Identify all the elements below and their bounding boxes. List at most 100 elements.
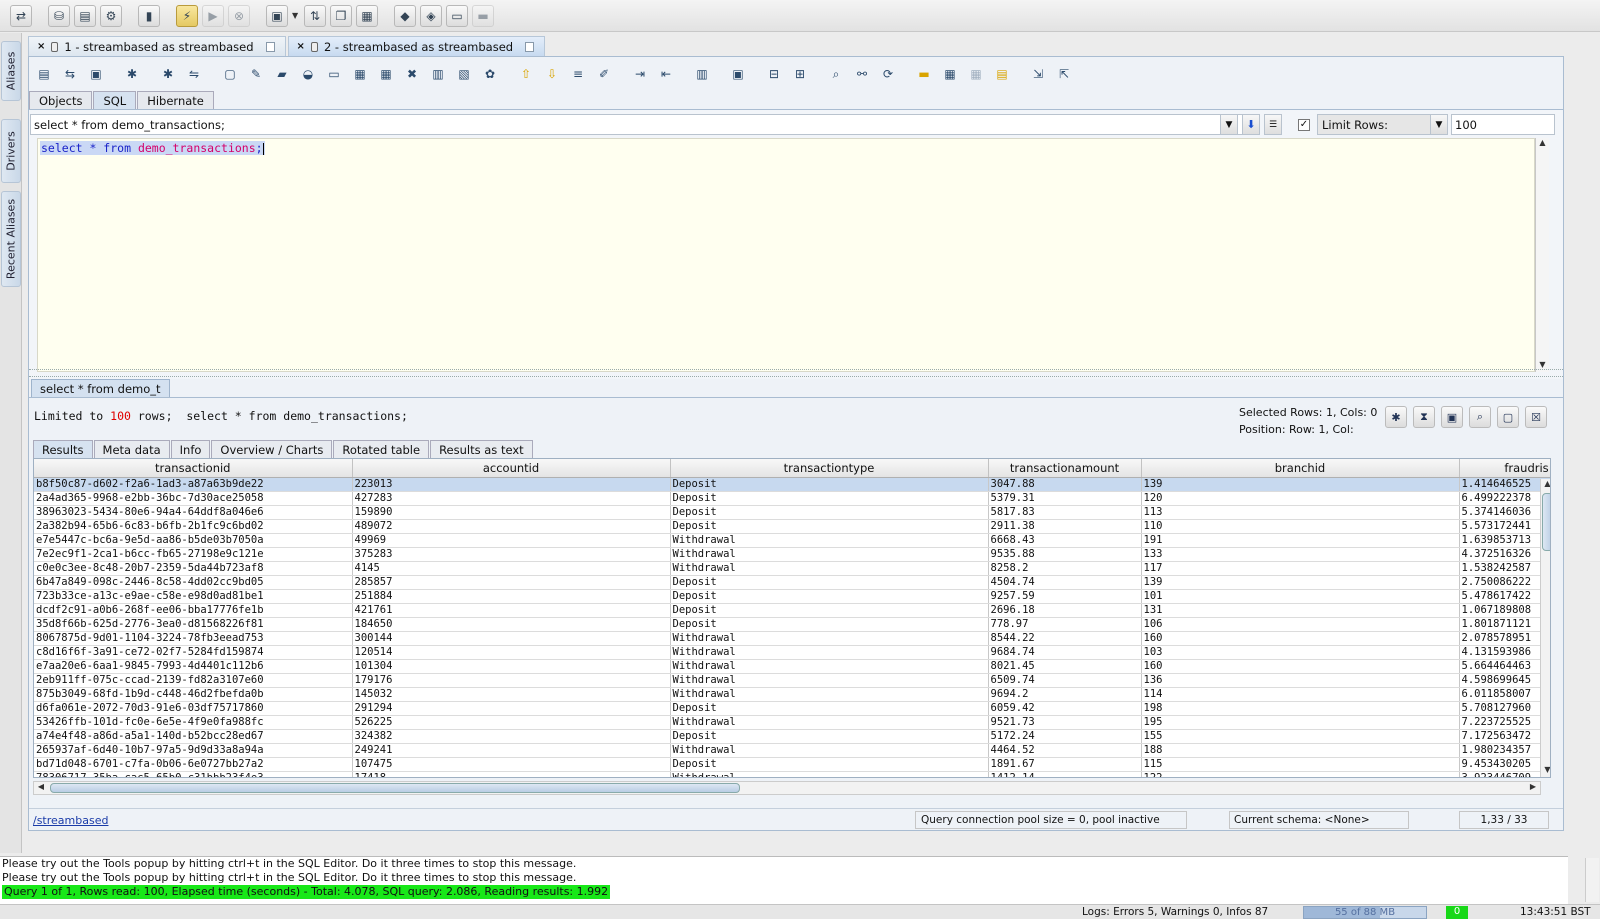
zoom-icon[interactable]: ⌕ [825, 63, 847, 85]
object-tree-icon[interactable]: ⚙ [100, 4, 122, 27]
indent-icon[interactable]: ⇥ [629, 63, 651, 85]
table-cell[interactable]: 131 [1141, 603, 1460, 618]
table-row[interactable]: d6fa061e-2072-70d3-91e6-03df75717860 2912… [34, 701, 1550, 716]
table-row[interactable]: e7aa20e6-6aa1-9845-7993-4d4401c112b6 1013… [34, 659, 1550, 674]
scroll-right-icon[interactable]: ▶ [1528, 782, 1538, 794]
open-icon[interactable]: ▰ [271, 63, 293, 85]
chevron-down-icon[interactable]: ▼ [292, 11, 300, 20]
table-cell[interactable]: Deposit [670, 603, 989, 618]
detach-icon[interactable]: ▢ [1497, 406, 1519, 428]
new-file-icon[interactable]: ▣ [266, 4, 288, 27]
table-cell[interactable]: 223013 [352, 477, 671, 492]
table-cell[interactable]: 113 [1141, 505, 1460, 520]
session-tab-2[interactable]: × 2 - streambased as streambased [287, 36, 546, 56]
table-row[interactable]: 723b33ce-a13c-e9ae-c58e-e98d0ad81be1 2518… [34, 589, 1550, 604]
rerun-icon[interactable]: ✱ [1385, 406, 1407, 428]
column-header[interactable]: branchid [1141, 459, 1460, 478]
table-cell[interactable]: 875b3049-68fd-1b9d-c448-46d2fbefda0b [34, 687, 353, 702]
comment-icon[interactable]: ▬ [472, 4, 494, 27]
arrow-down-icon[interactable]: ⬇ [1242, 114, 1260, 135]
table-cell[interactable]: 1.980234357 [1459, 743, 1550, 758]
table-cell[interactable]: Withdrawal [670, 533, 989, 548]
current-schema[interactable]: Current schema: <None> [1229, 811, 1409, 829]
scroll-thumb[interactable] [50, 783, 740, 793]
table-cell[interactable]: 5379.31 [988, 491, 1142, 506]
save-as-icon[interactable]: ▦ [375, 63, 397, 85]
table-cell[interactable]: 35d8f66b-625d-2776-3ea0-d81568226f81 [34, 617, 353, 632]
table-cell[interactable]: Withdrawal [670, 631, 989, 646]
editor-scrollbar[interactable]: ▲ ▼ [1535, 138, 1549, 372]
table-cell[interactable]: dcdf2c91-a0b6-268f-ee06-bba17776fe1b [34, 603, 353, 618]
table-row[interactable]: 7e2ec9f1-2ca1-b6cc-fb65-27198e9c121e 3752… [34, 547, 1550, 562]
table-cell[interactable]: Withdrawal [670, 715, 989, 730]
table-cell[interactable]: 5.664464463 [1459, 659, 1550, 674]
table-cell[interactable]: 2.750086222 [1459, 575, 1550, 590]
table-cell[interactable]: 8544.22 [988, 631, 1142, 646]
table-cell[interactable]: Withdrawal [670, 687, 989, 702]
inspect-icon[interactable]: ▣ [85, 63, 107, 85]
table-cell[interactable]: 4.372516326 [1459, 547, 1550, 562]
format-icon[interactable]: ⇋ [183, 63, 205, 85]
table-cell[interactable]: 291294 [352, 701, 671, 716]
tab-overview-charts[interactable]: Overview / Charts [211, 440, 333, 458]
tab-objects[interactable]: Objects [29, 91, 93, 109]
table-row[interactable]: 6b47a849-098c-2446-8c58-4dd02cc9bd05 2858… [34, 575, 1550, 590]
import-icon[interactable]: ⇱ [1053, 63, 1075, 85]
close-results-icon[interactable]: ☒ [1525, 406, 1547, 428]
table-cell[interactable]: c0e0c3ee-8c48-20b7-2359-5da44b723af8 [34, 561, 353, 576]
convert-icon[interactable]: ⊞ [789, 63, 811, 85]
table-cell[interactable]: 4464.52 [988, 743, 1142, 758]
recent-aliases-side-tab[interactable]: Recent Aliases [1, 191, 21, 287]
table-cell[interactable]: 300144 [352, 631, 671, 646]
table-cell[interactable]: Withdrawal [670, 645, 989, 660]
table-disabled-icon[interactable]: ▦ [965, 63, 987, 85]
image-icon[interactable]: ▧ [453, 63, 475, 85]
reconnect-icon[interactable]: ⇆ [59, 63, 81, 85]
table-cell[interactable]: 8067875d-9d01-1104-3224-78fb3eead753 [34, 631, 353, 646]
drivers-side-tab[interactable]: Drivers [1, 119, 21, 183]
bookmark-icon[interactable]: ▮ [138, 4, 160, 27]
tree-icon[interactable]: ⇅ [304, 4, 326, 27]
table-cell[interactable]: 9.453430205 [1459, 757, 1550, 772]
table-cell[interactable]: Deposit [670, 575, 989, 590]
table-cell[interactable]: 5172.24 [988, 729, 1142, 744]
table-cell[interactable]: 7.172563472 [1459, 729, 1550, 744]
table-row[interactable]: 265937af-6d40-10b7-97a5-9d9d33a8a94a 2492… [34, 743, 1550, 758]
table-cell[interactable]: 489072 [352, 519, 671, 534]
save-icon[interactable]: ▦ [356, 4, 378, 27]
table-cell[interactable]: 4504.74 [988, 575, 1142, 590]
table-row[interactable]: 53426ffb-101d-fc0e-6e5e-4f9e0fa988fc 5262… [34, 715, 1550, 730]
table-cell[interactable]: e7aa20e6-6aa1-9845-7993-4d4401c112b6 [34, 659, 353, 674]
results-table[interactable]: transactionid accountid transactiontype … [33, 458, 1551, 778]
table-cell[interactable]: 120 [1141, 491, 1460, 506]
table-cell[interactable]: 9694.2 [988, 687, 1142, 702]
table-cell[interactable]: 6509.74 [988, 673, 1142, 688]
table-row[interactable]: bd71d048-6701-c7fa-0b06-6e0727bb27a2 1074… [34, 757, 1550, 772]
scroll-up-icon[interactable]: ▲ [1536, 138, 1549, 150]
table-cell[interactable]: Deposit [670, 617, 989, 632]
table-cell[interactable]: 4.598699645 [1459, 673, 1550, 688]
copy-icon[interactable]: ❐ [330, 4, 352, 27]
table-cell[interactable]: b8f50c87-d602-f2a6-1ad3-a87a63b9de22 [34, 477, 353, 492]
table-cell[interactable]: 160 [1141, 631, 1460, 646]
table-cell[interactable]: Deposit [670, 491, 989, 506]
edit-icon[interactable]: ✎ [245, 63, 267, 85]
table-cell[interactable]: 145032 [352, 687, 671, 702]
table-cell[interactable]: e7e5447c-bc6a-9e5d-aa86-b5de03b7050a [34, 533, 353, 548]
sql-editor[interactable]: select * from demo_transactions; [37, 138, 1535, 372]
table-cell[interactable]: 160 [1141, 659, 1460, 674]
table-cell[interactable]: 191 [1141, 533, 1460, 548]
find-icon[interactable]: ▣ [1441, 406, 1463, 428]
connect-icon[interactable]: ⛁ [48, 4, 70, 27]
memory-usage[interactable]: 55 of 88 MB [1303, 906, 1427, 919]
execute-icon[interactable]: ✱ [121, 63, 143, 85]
table-cell[interactable]: 198 [1141, 701, 1460, 716]
table-horizontal-scrollbar[interactable]: ◀ ▶ [33, 781, 1541, 795]
unindent-icon[interactable]: ⇤ [655, 63, 677, 85]
table-cell[interactable]: 5.573172441 [1459, 519, 1550, 534]
table-cell[interactable]: c8d16f6f-3a91-ce72-02f7-5284fd159874 [34, 645, 353, 660]
table-vertical-scrollbar[interactable]: ▲ ▼ [1540, 479, 1550, 777]
table-cell[interactable]: 179176 [352, 673, 671, 688]
table-cell[interactable]: 1.538242587 [1459, 561, 1550, 576]
refresh-icon[interactable]: ▤ [33, 63, 55, 85]
